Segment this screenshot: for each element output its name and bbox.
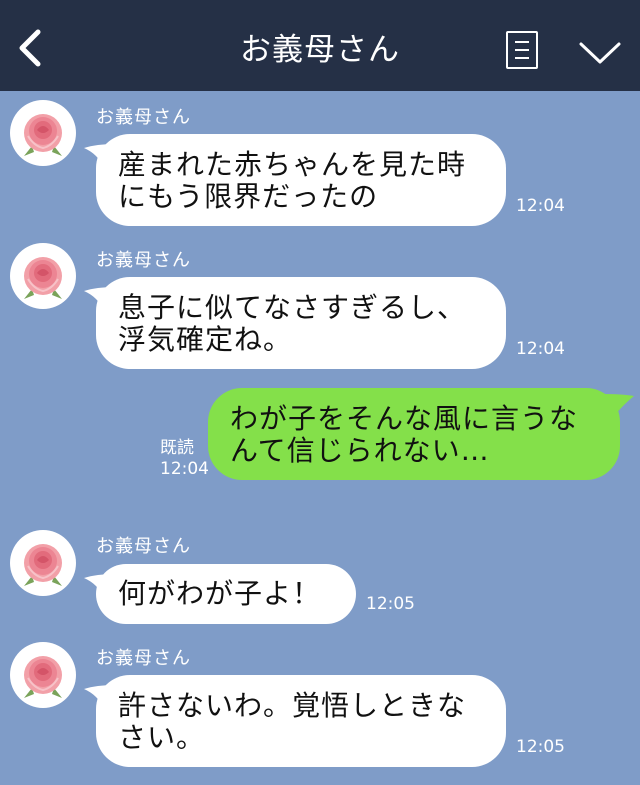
sender-name: お義母さん	[96, 107, 191, 128]
bubble-tail	[84, 685, 116, 709]
read-receipt: 既読 12:04	[160, 438, 209, 480]
note-menu-icon[interactable]	[506, 31, 538, 69]
message-time: 12:05	[366, 594, 415, 614]
message-bubble[interactable]: 息子に似てなさすぎるし、 浮気確定ね。	[84, 277, 506, 369]
chevron-down-icon[interactable]	[578, 38, 622, 68]
message-time: 12:04	[516, 196, 565, 216]
rose-icon	[24, 257, 62, 299]
my-message-bubble[interactable]: わが子をそんな風に言うな んて信じられない…	[208, 388, 634, 480]
avatar[interactable]	[10, 642, 76, 708]
bubble-tail	[84, 574, 116, 598]
rose-icon	[24, 544, 62, 586]
bubble-tail	[84, 144, 116, 168]
bubble-tail	[602, 394, 634, 416]
avatar[interactable]	[10, 100, 76, 166]
message-time: 12:04	[516, 339, 565, 359]
avatar[interactable]	[10, 243, 76, 309]
bubble-tail	[84, 287, 116, 311]
message-line: さい。	[118, 721, 206, 754]
message-time: 12:05	[516, 737, 565, 757]
chat-header: お義母さん	[0, 0, 640, 91]
message-bubble[interactable]: 許さないわ。覚悟しときな さい。	[84, 675, 506, 767]
sender-name: お義母さん	[96, 648, 191, 669]
message-line: 何がわが子よ！	[118, 577, 322, 610]
rose-icon	[24, 114, 62, 156]
message-time: 12:04	[160, 459, 209, 479]
message-line: 産まれた赤ちゃんを見た時	[118, 148, 467, 181]
chat-title: お義母さん	[240, 32, 400, 68]
message-bubble[interactable]: 何がわが子よ！	[84, 564, 356, 624]
message-line: んて信じられない…	[230, 434, 490, 467]
message-line: 浮気確定ね。	[118, 323, 293, 356]
read-label: 既読	[160, 438, 194, 458]
message-line: 息子に似てなさすぎるし、	[118, 291, 467, 324]
sender-name: お義母さん	[96, 536, 191, 557]
sender-name: お義母さん	[96, 250, 191, 271]
message-line: わが子をそんな風に言うな	[230, 402, 579, 435]
rose-icon	[24, 656, 62, 698]
message-line: 許さないわ。覚悟しときな	[118, 689, 467, 722]
message-line: にもう限界だったの	[118, 180, 379, 213]
message-bubble[interactable]: 産まれた赤ちゃんを見た時 にもう限界だったの	[84, 134, 506, 226]
avatar[interactable]	[10, 530, 76, 596]
